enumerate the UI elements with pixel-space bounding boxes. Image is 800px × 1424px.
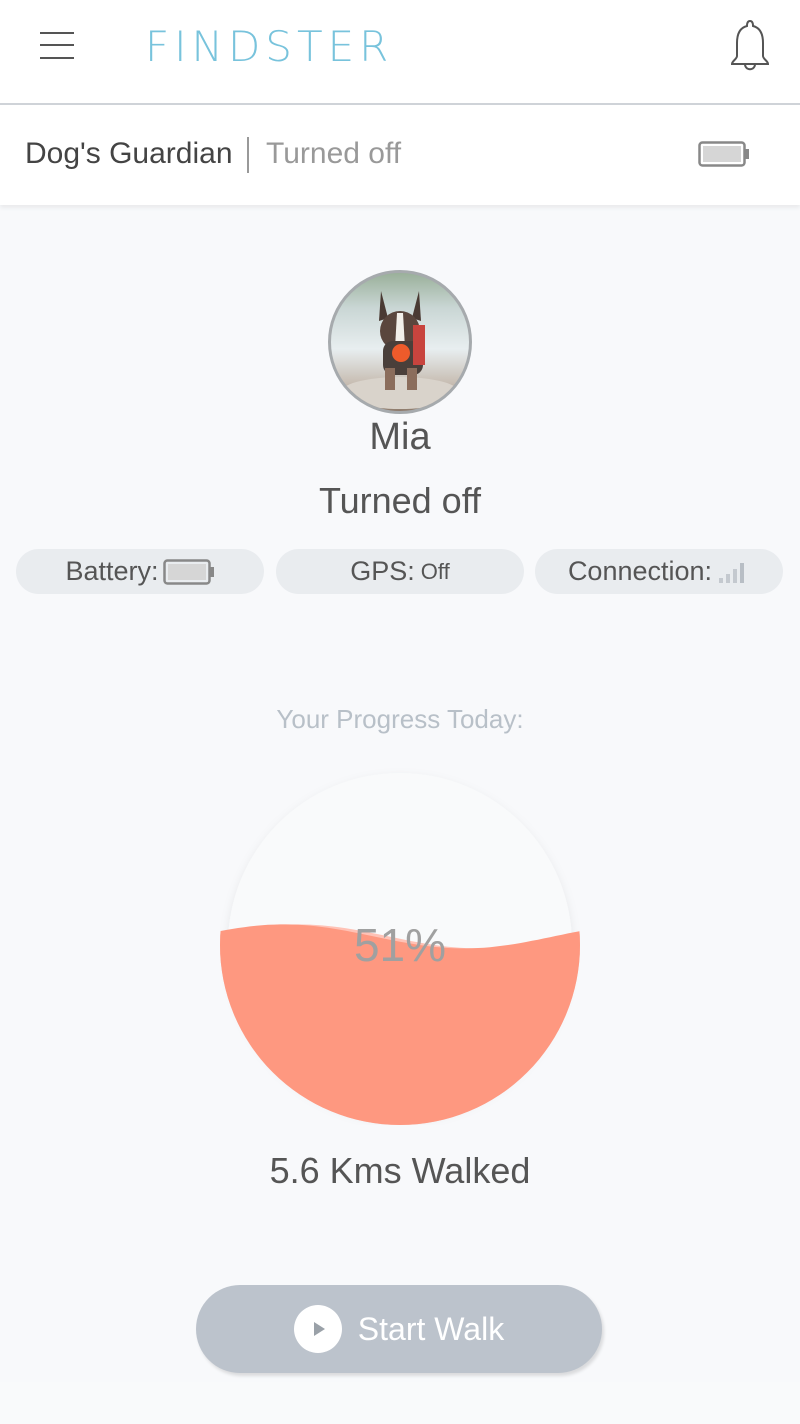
app-header: FINDSTER [0,0,800,105]
device-title: Dog's Guardian [25,137,233,170]
dog-photo [340,291,460,409]
pet-avatar[interactable] [328,270,472,414]
gps-pill: GPS: Off [276,549,524,594]
pet-name: Mia [369,416,431,458]
gauge-percent: 51% [354,919,446,971]
hamburger-menu-icon[interactable] [40,30,74,60]
connection-pill: Connection: [535,549,783,594]
start-walk-label: Start Walk [357,1310,505,1347]
start-walk-button[interactable]: Start Walk [196,1285,602,1373]
battery-icon [698,141,749,167]
connection-label: Connection: [567,556,713,586]
pet-status: Turned off [318,480,482,521]
battery-label: Battery: [65,556,159,586]
bottom-area [0,1382,800,1424]
gps-value: Off [420,558,450,584]
divider [247,137,249,173]
battery-icon [162,558,214,585]
progress-gauge: 51% [220,773,580,1125]
gps-label: GPS: [350,556,415,586]
app-logo: FINDSTER [145,22,394,71]
battery-pill: Battery: [16,549,264,594]
progress-label: Your Progress Today: [276,704,524,734]
bell-icon[interactable] [726,18,774,74]
device-status: Turned off [266,137,402,170]
signal-bars-icon [719,562,745,583]
distance-walked: 5.6 Kms Walked [269,1150,531,1191]
play-icon [293,1305,342,1353]
device-bar: Dog's Guardian Turned off [0,105,800,205]
